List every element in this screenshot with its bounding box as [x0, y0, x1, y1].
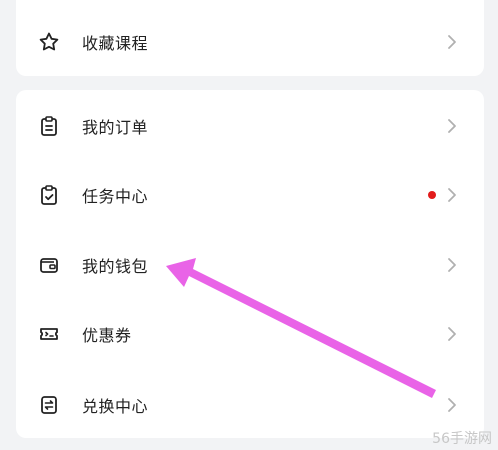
- favorites-card: 收藏课程: [16, 0, 484, 76]
- task-check-icon: [38, 184, 60, 206]
- my-orders-label: 我的订单: [82, 118, 149, 137]
- my-wallet-label: 我的钱包: [82, 257, 149, 276]
- menu-item-favorite-courses[interactable]: 收藏课程: [16, 12, 484, 72]
- menu-card: 我的订单 任务中心 我的钱包 优惠券 兑换中心: [16, 90, 484, 438]
- task-center-label: 任务中心: [82, 187, 149, 206]
- menu-item-exchange-center[interactable]: 兑换中心: [16, 375, 484, 435]
- exchange-center-label: 兑换中心: [82, 397, 149, 416]
- exchange-icon: [38, 394, 60, 416]
- chevron-right-icon: [448, 398, 456, 412]
- favorite-courses-label: 收藏课程: [82, 34, 149, 53]
- menu-item-my-wallet[interactable]: 我的钱包: [16, 235, 484, 295]
- coupon-ticket-icon: [38, 323, 60, 345]
- wallet-icon: [38, 254, 60, 276]
- notification-dot: [428, 191, 436, 199]
- chevron-right-icon: [448, 188, 456, 202]
- chevron-right-icon: [448, 327, 456, 341]
- menu-item-my-orders[interactable]: 我的订单: [16, 96, 484, 156]
- menu-item-task-center[interactable]: 任务中心: [16, 165, 484, 225]
- order-clipboard-icon: [38, 115, 60, 137]
- chevron-right-icon: [448, 258, 456, 272]
- watermark: 56手游网: [432, 431, 492, 447]
- menu-item-coupons[interactable]: 优惠券: [16, 304, 484, 364]
- chevron-right-icon: [448, 119, 456, 133]
- star-icon: [38, 31, 60, 53]
- coupons-label: 优惠券: [82, 326, 132, 345]
- chevron-right-icon: [448, 35, 456, 49]
